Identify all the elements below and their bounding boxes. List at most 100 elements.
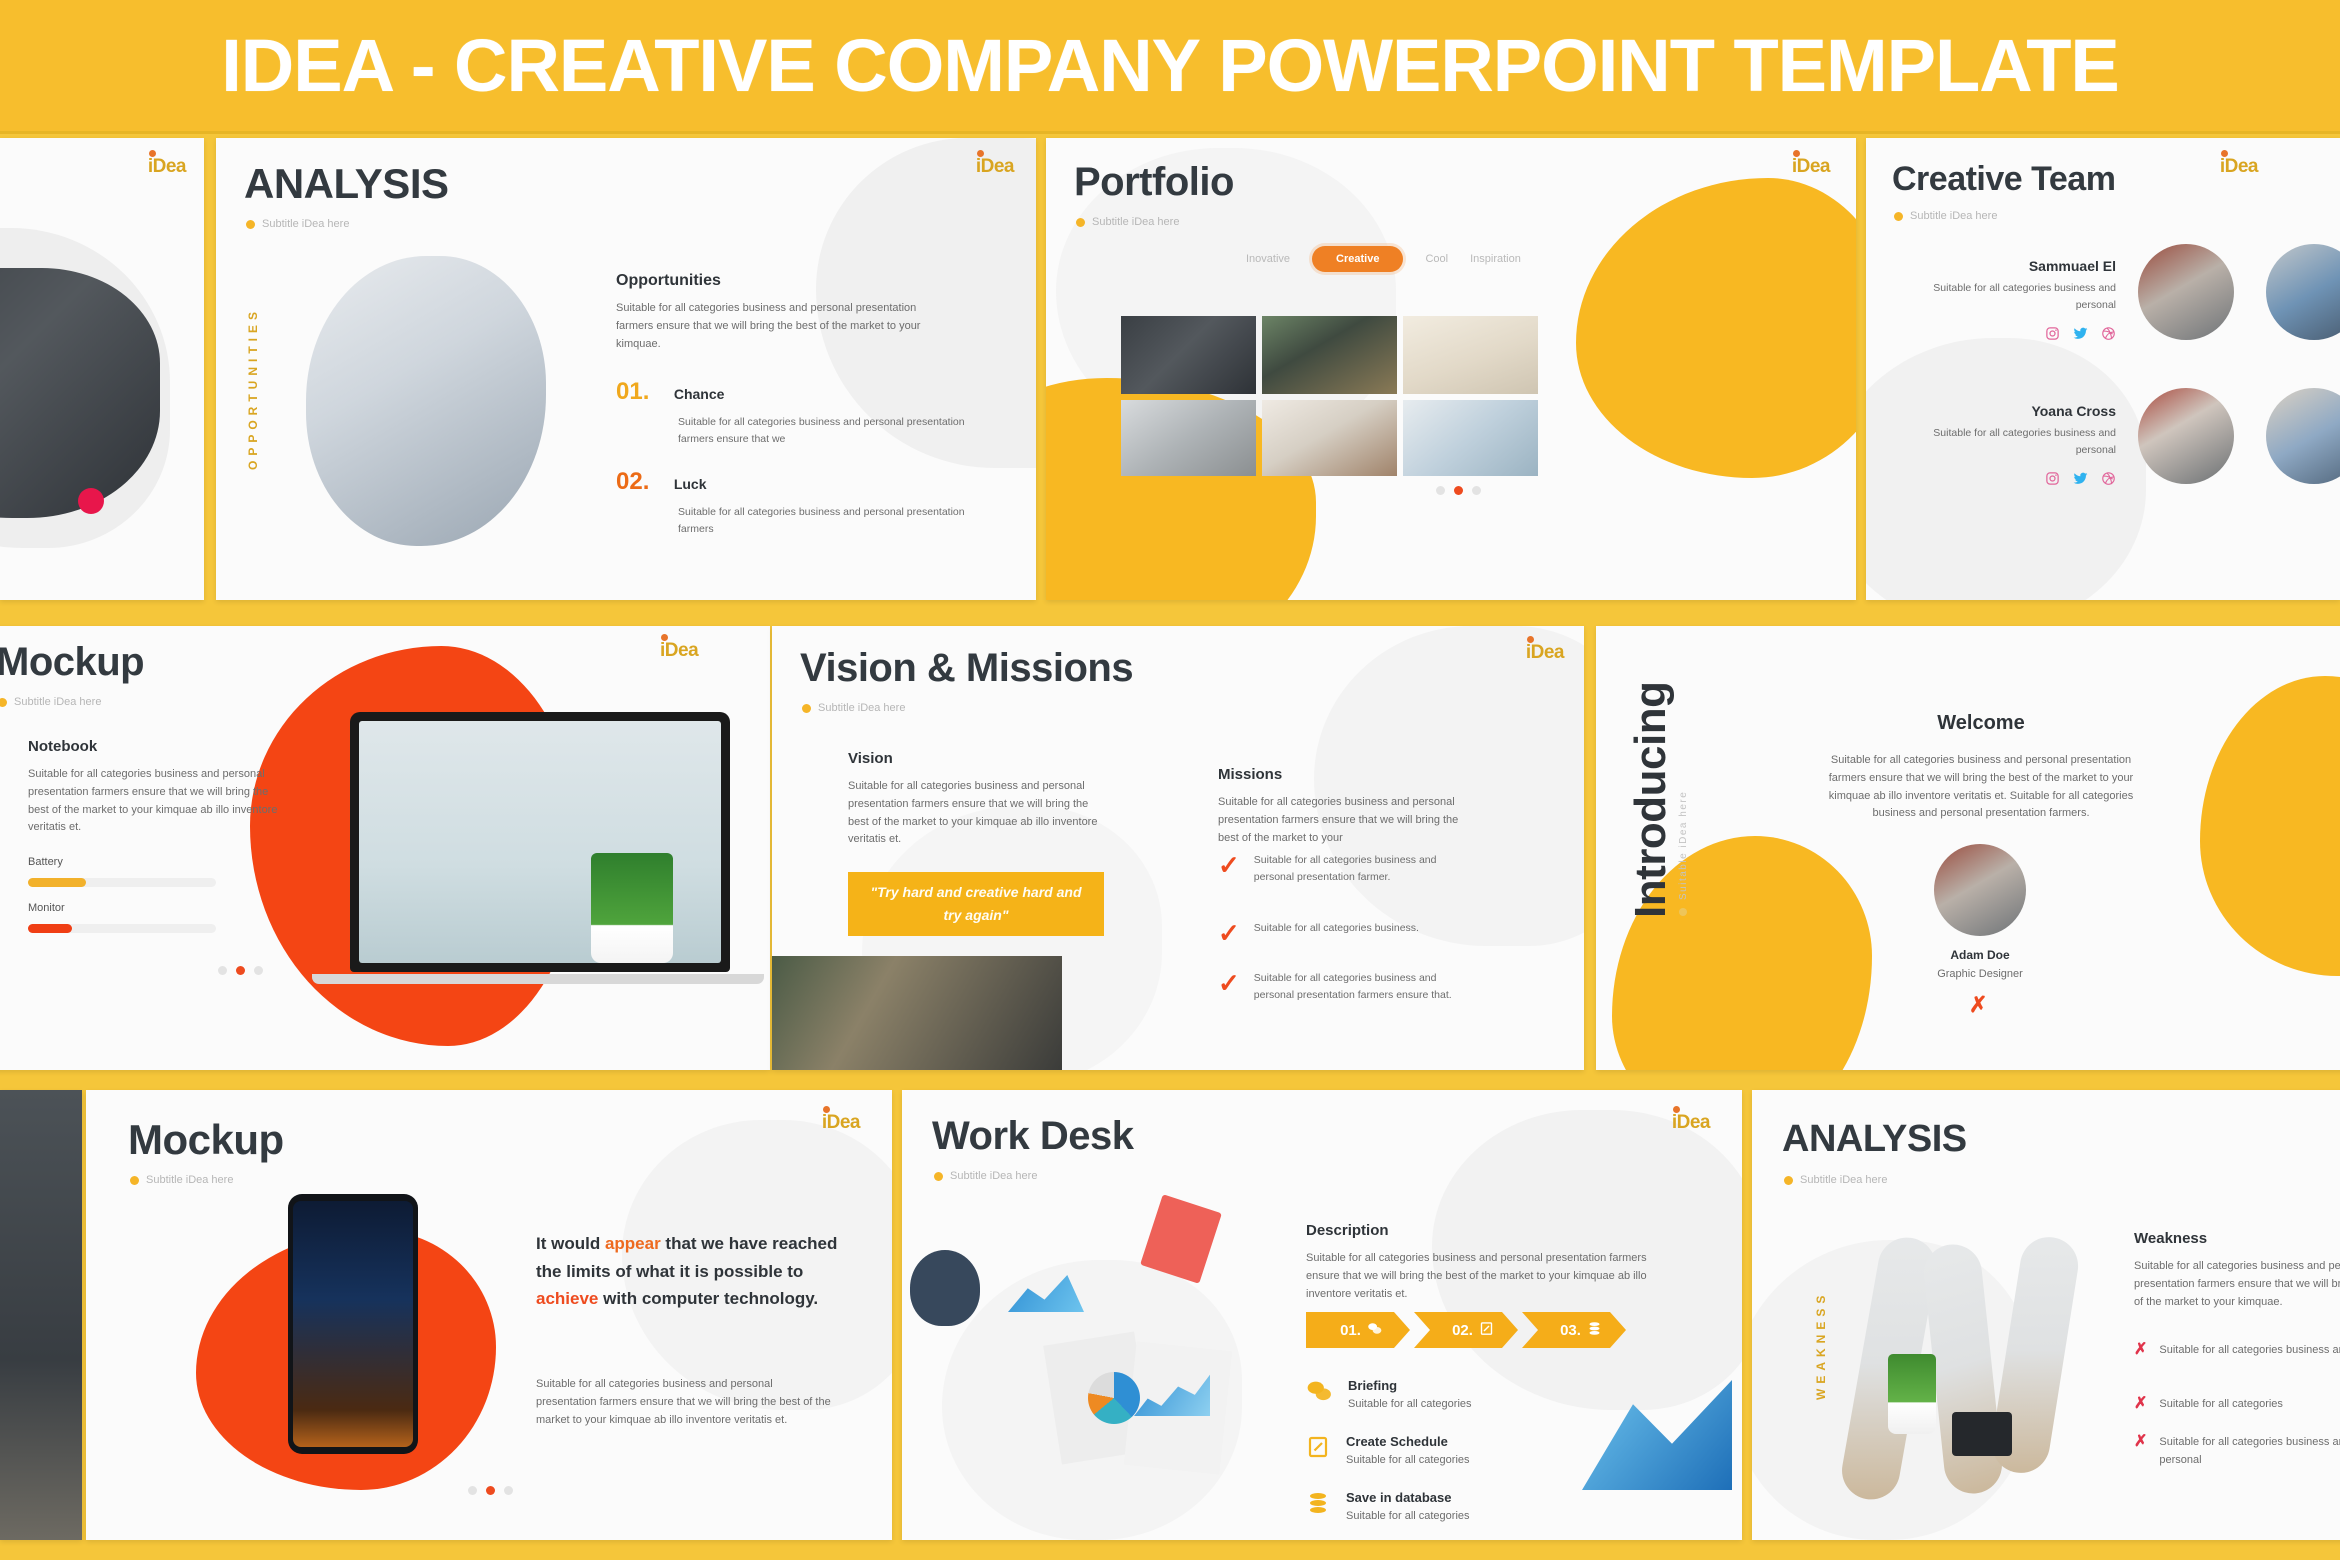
tab-inovative[interactable]: Inovative [1246,253,1290,265]
member-socials [1916,326,2116,341]
gallery-item[interactable] [1403,400,1538,476]
mission-item: ✓ Suitable for all categories business a… [1218,852,1466,886]
weakness-item-text: Suitable for all categories business and [2159,1344,2340,1356]
weakness-heading: Weakness [2134,1230,2208,1247]
slide-card-analysis-weakness[interactable]: ANALYSIS Subtitle iDea here WEAKNESS Wea… [1752,1090,2340,1540]
step-chevron-2[interactable]: 02. [1414,1312,1518,1348]
weakness-photo-w [1837,1232,2110,1536]
slide-card-analysis[interactable]: ANALYSIS Subtitle iDea here iDea OPPORTU… [216,138,1036,600]
page-title: IDEA - CREATIVE COMPANY POWERPOINT TEMPL… [221,24,2120,107]
instagram-icon[interactable] [2045,326,2060,341]
item-number: 01. [616,378,650,405]
carousel-dot[interactable] [254,966,263,975]
carousel-dot[interactable] [468,1486,477,1495]
edit-note-icon [1479,1321,1494,1340]
missions-paragraph: Suitable for all categories business and… [1218,796,1459,844]
decor-yellow-blob-right [2200,676,2340,976]
member-avatar [2138,388,2234,484]
slide-card-analysis-cover[interactable]: iDea [0,138,204,600]
decor-pink-dot [78,488,104,514]
tab-inspiration[interactable]: Inspiration [1470,253,1521,265]
laptop-base [312,974,764,984]
person-role: Graphic Designer [1937,968,2023,980]
idea-logo: iDea [2220,150,2259,178]
idea-logo: iDea [822,1106,861,1134]
gallery-item[interactable] [1403,316,1538,394]
item-title: Chance [673,386,725,402]
member-name: Sammuael El [2028,258,2116,274]
laptop-screen [359,721,721,963]
lead-highlight-1: appear [604,1234,661,1253]
slide-card-introducing[interactable]: Introducing Suitable iDea here Welcome S… [1596,626,2340,1070]
carousel-dot-active[interactable] [486,1486,495,1495]
member-socials [1916,471,2116,486]
mockup-paragraph: Suitable for all categories business and… [536,1378,831,1426]
bar-fill [28,924,72,933]
gallery-item[interactable] [1262,400,1397,476]
feature-briefing: Briefing Suitable for all categories [1306,1378,1472,1414]
slide-card-work-desk[interactable]: Work Desk Subtitle iDea here iDea Descri… [902,1090,1742,1540]
slide-card-mockup-phone[interactable]: Mockup Subtitle iDea here iDea It would … [86,1090,892,1540]
feature-title: Create Schedule [1346,1434,1448,1449]
weakness-item: ✗ Suitable for all categories business a… [2134,1434,2340,1470]
portfolio-gallery [1121,316,1538,476]
carousel-dot[interactable] [504,1486,513,1495]
slide-card-vision-missions[interactable]: Vision & Missions Subtitle iDea here iDe… [772,626,1584,1070]
slide-card-creative-team[interactable]: Creative Team Subtitle iDea here iDea Sa… [1866,138,2340,600]
slide-title: Vision & Missions [800,646,1134,690]
carousel-dots[interactable] [1436,486,1481,495]
analysis-item-2: 02. Luck Suitable for all categories bus… [616,468,968,538]
tab-creative[interactable]: Creative [1312,246,1404,272]
carousel-dot[interactable] [218,966,227,975]
mission-item: ✓ Suitable for all categories business a… [1218,970,1466,1004]
dribbble-icon[interactable] [2101,471,2116,486]
idea-logo: iDea [976,150,1015,178]
dribbble-icon[interactable] [2101,326,2116,341]
illustration-cup [910,1250,980,1326]
check-icon: ✓ [1218,850,1240,880]
carousel-dots[interactable] [468,1486,513,1495]
side-label-opportunities: OPPORTUNITIES [246,306,260,470]
carousel-dots[interactable] [218,966,263,975]
vertical-title: Introducing [1626,681,1675,918]
carousel-dot-active[interactable] [236,966,245,975]
mission-item: ✓ Suitable for all categories business. [1218,920,1466,946]
slide-title: Work Desk [932,1114,1134,1158]
database-icon [1306,1490,1330,1521]
phone-screen [293,1201,413,1447]
twitter-icon[interactable] [2073,326,2088,341]
weakness-item-text: Suitable for all categories business and… [2159,1436,2340,1466]
tab-cool[interactable]: Cool [1425,253,1448,265]
chevron-down-icon[interactable]: ✗ [1969,994,1987,1016]
x-icon: ✗ [2134,1395,2148,1412]
description-heading: Description [1306,1222,1389,1239]
gallery-item[interactable] [1121,316,1256,394]
step-number: 03. [1560,1321,1581,1339]
member-avatar [2138,244,2234,340]
mission-text: Suitable for all categories business and… [1253,972,1452,1001]
person-name: Adam Doe [1950,948,2010,962]
laptop-mockup [350,712,730,972]
edit-note-icon [1306,1434,1330,1465]
avatar [1934,844,2026,936]
twitter-icon[interactable] [2073,471,2088,486]
slide-card-mockup-notebook[interactable]: Mockup Subtitle iDea here iDea Notebook … [0,626,770,1070]
side-label-weakness: WEAKNESS [1814,1290,1828,1400]
bar-fill [28,878,86,887]
slide-card-portfolio[interactable]: Portfolio Subtitle iDea here iDea Inovat… [1046,138,1856,600]
gallery-item[interactable] [1121,400,1256,476]
carousel-dot-active[interactable] [1454,486,1463,495]
phone-mockup [288,1194,418,1454]
notebook-paragraph: Suitable for all categories business and… [28,768,278,834]
step-chevron-1[interactable]: 01. [1306,1312,1410,1348]
carousel-dot[interactable] [1436,486,1445,495]
gallery-item[interactable] [1262,316,1397,394]
mission-text: Suitable for all categories business. [1253,922,1419,934]
welcome-paragraph: Suitable for all categories business and… [1828,754,2134,820]
slide-title: Mockup [128,1116,284,1163]
instagram-icon[interactable] [2045,471,2060,486]
lead-pre: It would [536,1234,605,1253]
idea-logo: iDea [1792,150,1831,178]
item-text: Suitable for all categories business and… [678,416,965,445]
carousel-dot[interactable] [1472,486,1481,495]
